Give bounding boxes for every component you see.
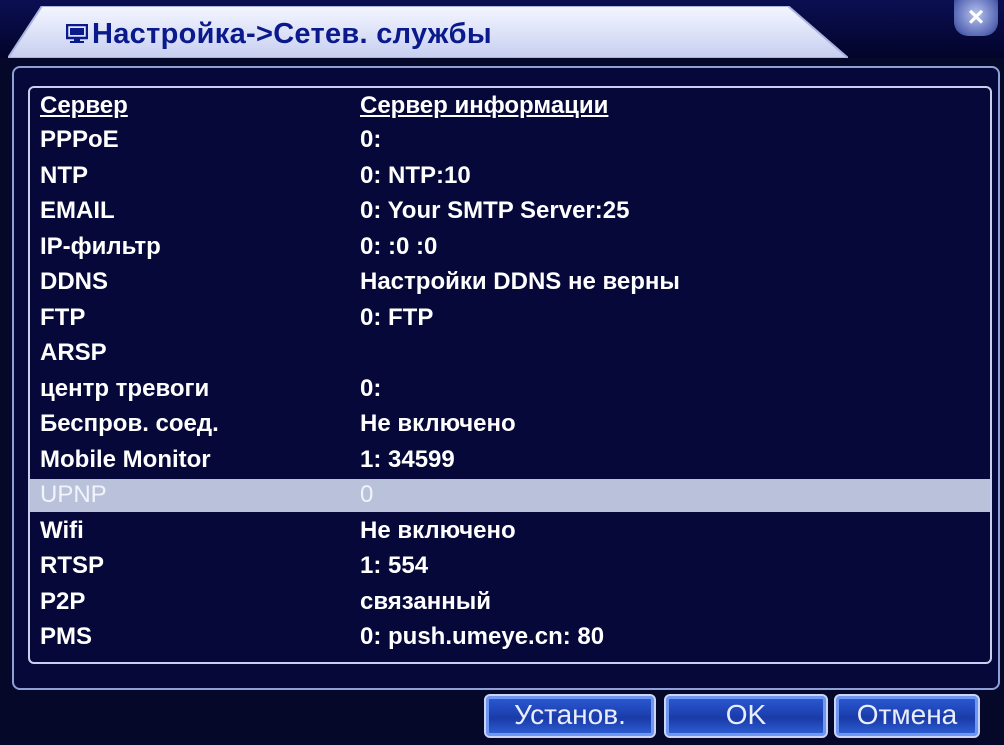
- server-name-cell: PMS: [40, 623, 93, 650]
- server-name-cell: UPNP: [40, 481, 107, 508]
- server-info-cell: 0: FTP: [360, 303, 434, 331]
- column-header-server: Сервер: [40, 92, 128, 119]
- table-row[interactable]: PPPoE 0:: [30, 124, 990, 157]
- server-info-cell: 0:: [360, 126, 382, 153]
- server-name-cell: ARSP: [40, 339, 107, 366]
- server-name-cell: PPPoE: [40, 126, 119, 153]
- title-tab: Настройка->Сетев. службы: [8, 6, 848, 58]
- server-name-cell: центр тревоги: [40, 374, 210, 402]
- ok-button[interactable]: OK: [664, 694, 828, 738]
- window-title: Настройка->Сетев. службы: [92, 18, 492, 50]
- table-row[interactable]: PMS 0: push.umeye.cn: 80: [30, 621, 990, 654]
- table-row[interactable]: Wifi Не включено: [30, 515, 990, 548]
- network-services-window: Настройка->Сетев. службы × Сервер Сервер…: [0, 0, 1004, 745]
- table-row[interactable]: UPNP 0: [30, 479, 990, 512]
- server-info-cell: 0: Your SMTP Server:25: [360, 197, 630, 224]
- server-name-cell: FTP: [40, 303, 86, 331]
- server-info-cell: Не включено: [360, 516, 516, 544]
- table-row[interactable]: FTP 0: FTP: [30, 302, 990, 335]
- table-header: Сервер Сервер информации: [30, 90, 990, 123]
- close-icon: ×: [967, 1, 985, 32]
- table-row[interactable]: EMAIL 0: Your SMTP Server:25: [30, 195, 990, 228]
- close-button[interactable]: ×: [954, 0, 998, 36]
- server-name-cell: NTP: [40, 161, 88, 189]
- services-table: Сервер Сервер информации PPPoE 0: NTP 0: NT…: [28, 86, 992, 664]
- table-row[interactable]: Mobile Monitor 1: 34599: [30, 444, 990, 477]
- server-info-cell: 0: :0 :0: [360, 232, 438, 260]
- set-button[interactable]: Установ.: [484, 694, 656, 738]
- server-info-cell: связанный: [360, 587, 491, 615]
- server-name-cell: Wifi: [40, 516, 84, 544]
- table-row[interactable]: P2P связанный: [30, 586, 990, 619]
- table-row[interactable]: IP-фильтр 0: :0 :0: [30, 231, 990, 264]
- server-info-cell: 1: 554: [360, 552, 429, 579]
- table-row[interactable]: ARSP: [30, 337, 990, 370]
- server-name-cell: Беспров. соед.: [40, 410, 219, 437]
- server-info-cell: Не включено: [360, 410, 516, 437]
- table-row[interactable]: RTSP 1: 554: [30, 550, 990, 583]
- column-header-info: Сервер информации: [360, 92, 609, 119]
- server-name-cell: DDNS: [40, 268, 109, 295]
- server-name-cell: EMAIL: [40, 197, 115, 224]
- server-info-cell: 0: push.umeye.cn: 80: [360, 623, 605, 650]
- monitor-icon: [66, 24, 88, 44]
- title-bar: Настройка->Сетев. службы ×: [0, 0, 1004, 58]
- server-info-cell: Настройки DDNS не верны: [360, 268, 680, 295]
- server-name-cell: IP-фильтр: [40, 232, 161, 260]
- server-name-cell: Mobile Monitor: [40, 445, 211, 473]
- server-name-cell: P2P: [40, 587, 86, 615]
- server-info-cell: 0:: [360, 374, 382, 402]
- server-info-cell: 1: 34599: [360, 445, 455, 473]
- table-row[interactable]: NTP 0: NTP:10: [30, 160, 990, 193]
- table-row[interactable]: DDNS Настройки DDNS не верны: [30, 266, 990, 299]
- cancel-button[interactable]: Отмена: [834, 694, 980, 738]
- table-row[interactable]: центр тревоги 0:: [30, 373, 990, 406]
- server-info-cell: 0: [360, 481, 374, 508]
- server-info-cell: 0: NTP:10: [360, 161, 471, 189]
- server-name-cell: RTSP: [40, 552, 105, 579]
- table-row[interactable]: Беспров. соед. Не включено: [30, 408, 990, 441]
